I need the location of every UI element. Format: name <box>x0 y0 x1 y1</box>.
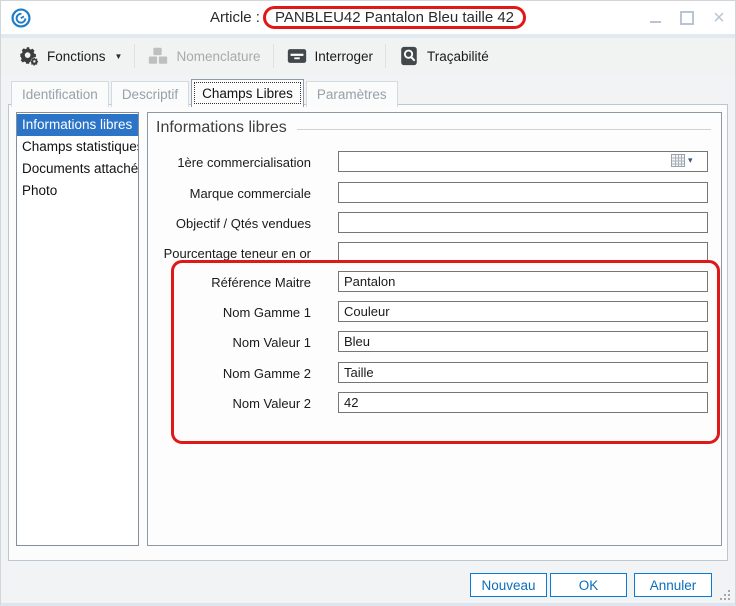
nouveau-button[interactable]: Nouveau <box>470 573 547 597</box>
group-rule <box>297 129 711 130</box>
nom-gamme-2-input[interactable] <box>338 362 708 383</box>
toolbar-separator <box>385 44 386 68</box>
field-label: Nom Gamme 1 <box>148 305 311 320</box>
tab-strip: Identification Descriptif Champs Libres … <box>11 79 400 107</box>
sidebar-item-informations-libres[interactable]: Informations libres <box>17 114 138 136</box>
date-picker-button[interactable]: ▾ <box>671 154 693 167</box>
gear-icon <box>18 45 40 67</box>
article-window: Article : PANBLEU42 Pantalon Bleu taille… <box>0 0 736 606</box>
field-row-1ere-commercialisation: 1ère commercialisation ▾ <box>148 151 721 173</box>
field-label: 1ère commercialisation <box>148 155 311 170</box>
toolbar-item-tracabilite[interactable]: Traçabilité <box>389 41 498 71</box>
window-title-prefix: Article : <box>210 9 260 26</box>
field-row-nom-gamme-1: Nom Gamme 1 <box>148 301 721 323</box>
field-label: Nom Valeur 1 <box>148 335 311 350</box>
field-row-nom-valeur-1: Nom Valeur 1 <box>148 331 721 353</box>
magnifier-badge-icon <box>398 45 420 67</box>
app-logo-icon <box>10 7 32 29</box>
field-label: Objectif / Qtés vendues <box>148 216 311 231</box>
tab-parametres[interactable]: Paramètres <box>306 81 398 107</box>
sidebar-item-photo[interactable]: Photo <box>17 180 138 202</box>
window-controls: × <box>647 1 727 34</box>
sidebar-item-champs-statistiques[interactable]: Champs statistiques <box>17 136 138 158</box>
nom-valeur-1-input[interactable] <box>338 331 708 352</box>
annuler-button[interactable]: Annuler <box>634 573 712 597</box>
toolbar-separator <box>273 44 274 68</box>
resize-grip[interactable] <box>718 588 730 600</box>
toolbar-label-interroger: Interroger <box>315 49 374 64</box>
title-bar: Article : PANBLEU42 Pantalon Bleu taille… <box>1 1 735 38</box>
nom-gamme-1-input[interactable] <box>338 301 708 322</box>
informations-libres-panel: Informations libres 1ère commercialisati… <box>147 112 722 546</box>
minimize-button[interactable] <box>647 10 663 26</box>
toolbar-item-fonctions[interactable]: Fonctions ▼ <box>9 41 131 71</box>
tab-identification[interactable]: Identification <box>11 81 109 107</box>
toolbar-label-fonctions: Fonctions <box>47 49 106 64</box>
cubes-icon <box>147 45 169 67</box>
pourcentage-teneur-en-or-input[interactable] <box>338 242 708 263</box>
tab-champs-libres[interactable]: Champs Libres <box>191 79 304 107</box>
field-row-nom-gamme-2: Nom Gamme 2 <box>148 362 721 384</box>
field-row-marque-commerciale: Marque commerciale <box>148 182 721 204</box>
title-annotation-red-box: PANBLEU42 Pantalon Bleu taille 42 <box>263 6 526 29</box>
tab-descriptif[interactable]: Descriptif <box>111 81 189 107</box>
field-row-nom-valeur-2: Nom Valeur 2 <box>148 392 721 414</box>
field-row-reference-maitre: Référence Maitre <box>148 271 721 293</box>
group-legend: Informations libres <box>156 119 711 137</box>
date-1ere-commercialisation-input[interactable] <box>338 151 708 172</box>
footer-bar: Nouveau OK Annuler <box>1 561 735 603</box>
marque-commerciale-input[interactable] <box>338 182 708 203</box>
drawer-icon <box>286 45 308 67</box>
field-label: Référence Maitre <box>148 275 311 290</box>
nom-valeur-2-input[interactable] <box>338 392 708 413</box>
sidebar-item-documents-attaches[interactable]: Documents attachés <box>17 158 138 180</box>
toolbar-label-nomenclature: Nomenclature <box>176 49 260 64</box>
field-row-objectif-qtes-vendues: Objectif / Qtés vendues <box>148 212 721 234</box>
chevron-down-icon: ▼ <box>115 52 123 61</box>
toolbar-item-interroger[interactable]: Interroger <box>277 41 383 71</box>
window-title-article: PANBLEU42 Pantalon Bleu taille 42 <box>275 9 514 26</box>
chevron-down-icon: ▾ <box>688 155 693 166</box>
field-label: Marque commerciale <box>148 186 311 201</box>
maximize-button[interactable] <box>679 10 695 26</box>
tab-page-champs-libres: Informations libres Champs statistiques … <box>8 104 728 561</box>
calendar-icon <box>671 154 685 167</box>
category-list: Informations libres Champs statistiques … <box>16 112 139 546</box>
toolbar-label-tracabilite: Traçabilité <box>427 49 489 64</box>
toolbar-separator <box>134 44 135 68</box>
group-title: Informations libres <box>156 119 287 137</box>
field-row-pourcentage-teneur-en-or: Pourcentage teneur en or <box>148 242 721 264</box>
field-label: Nom Gamme 2 <box>148 366 311 381</box>
objectif-qtes-vendues-input[interactable] <box>338 212 708 233</box>
toolbar: Fonctions ▼ Nomenclature <box>1 38 735 74</box>
field-label: Nom Valeur 2 <box>148 396 311 411</box>
close-button[interactable]: × <box>711 10 727 26</box>
field-label: Pourcentage teneur en or <box>148 246 311 261</box>
window-title: Article : PANBLEU42 Pantalon Bleu taille… <box>1 6 735 29</box>
reference-maitre-input[interactable] <box>338 271 708 292</box>
toolbar-item-nomenclature[interactable]: Nomenclature <box>138 41 269 71</box>
ok-button[interactable]: OK <box>550 573 627 597</box>
